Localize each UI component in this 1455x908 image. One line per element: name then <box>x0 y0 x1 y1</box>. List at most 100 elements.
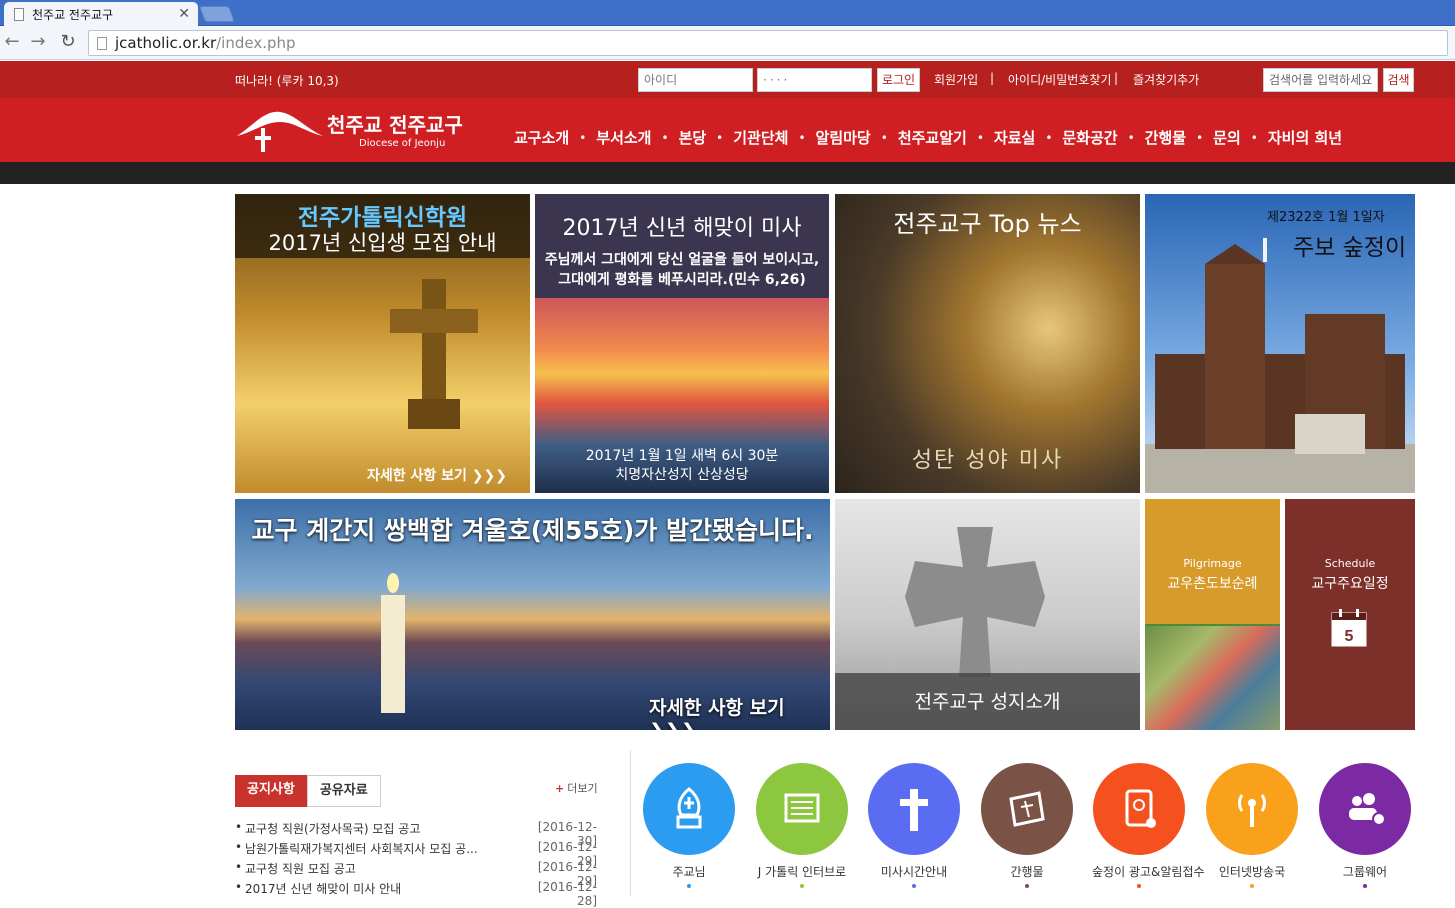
logo-subtitle: Diocese of Jeonju <box>359 138 446 149</box>
logo-emblem-icon <box>237 111 323 152</box>
pilgrims-photo <box>1145 626 1280 730</box>
nav-separator: • <box>1045 130 1053 145</box>
address-bar[interactable]: jcatholic.or.kr/index.php <box>88 30 1448 56</box>
list-item[interactable]: • 교구청 직원(가정사목국) 모집 공고 [2016-12-30] <box>235 820 597 848</box>
nav-separator: • <box>976 130 984 145</box>
list-item[interactable]: • 교구청 직원 모집 공고 [2016-12-29] <box>235 860 597 888</box>
back-icon[interactable]: ← <box>2 32 22 52</box>
browser-toolbar: ← → ↻ jcatholic.or.kr/index.php <box>0 26 1455 60</box>
login-button[interactable]: 로그인 <box>877 68 920 92</box>
quick-link-mass-times[interactable]: 미사시간안내 <box>867 763 961 888</box>
top-news-tile[interactable]: 전주교구 Top 뉴스 성탄 성야 미사 <box>835 194 1140 493</box>
nav-item-organizations[interactable]: 기관단체 <box>733 127 788 148</box>
nav-item-diocese-intro[interactable]: 교구소개 <box>514 127 569 148</box>
reload-icon[interactable]: ↻ <box>58 32 78 52</box>
book-icon <box>981 763 1073 855</box>
quick-link-groupware[interactable]: 그룹웨어 <box>1318 763 1412 888</box>
nav-item-parishes[interactable]: 본당 <box>679 127 707 148</box>
indicator-dot <box>1137 884 1141 888</box>
quick-link-bishop[interactable]: 주교님 <box>642 763 736 888</box>
bullet: • <box>235 860 243 874</box>
banner-title: 2017년 신년 해맞이 미사 <box>562 216 802 241</box>
notice-date: [2016-12-28] <box>537 880 597 908</box>
pilgrimage-tile[interactable]: Pilgrimage 교우촌도보순례 <box>1145 499 1280 730</box>
bullet: • <box>235 840 243 854</box>
url-path: /index.php <box>216 34 296 52</box>
site-header: 천주교 전주교구 Diocese of Jeonju 교구소개 • 부서소개 • 본… <box>0 98 1455 162</box>
nav-item-jubilee[interactable]: 자비의 희년 <box>1268 127 1342 148</box>
quick-link-j-catholic[interactable]: J 가톨릭 인터브로 <box>755 763 849 888</box>
indicator-dot <box>1250 884 1254 888</box>
tab-shared-resources[interactable]: 공유자료 <box>306 775 381 807</box>
section-divider <box>630 750 631 896</box>
notice-title[interactable]: 남원가톨릭재가복지센터 사회복지사 모집 공... <box>245 840 521 860</box>
schedule-tile[interactable]: Schedule 교구주요일정 5 <box>1285 499 1415 730</box>
broadcast-icon <box>1206 763 1298 855</box>
more-details-link[interactable]: 자세한 사항 보기 ❯❯❯ <box>367 465 507 485</box>
magazine-banner[interactable]: 교구 계간지 쌍백합 겨울호(제55호)가 발간됐습니다. 자세한 사항 보기 … <box>235 499 830 730</box>
notice-tabs: 공지사항 공유자료 <box>235 775 381 807</box>
cross-icon <box>390 279 478 429</box>
new-tab-button[interactable] <box>199 6 235 22</box>
banner-subtitle: 2017년 신입생 모집 안내 <box>268 231 497 255</box>
nav-item-catholic-faith[interactable]: 천주교알기 <box>898 127 967 148</box>
notice-title[interactable]: 2017년 신년 해맞이 미사 안내 <box>245 880 521 900</box>
find-account-link[interactable]: 아이디/비밀번호찾기 <box>1008 71 1111 88</box>
ad-edit-icon <box>1093 763 1185 855</box>
browser-tab-strip: 천주교 전주교구 ✕ <box>0 0 1455 26</box>
weekly-bulletin-tile[interactable]: 제2322호 1월 1일자 주보 숲정이 <box>1145 194 1415 493</box>
quick-link-label: 간행물 <box>1010 865 1044 879</box>
notice-title[interactable]: 교구청 직원 모집 공고 <box>245 860 521 880</box>
bookmark-link[interactable]: 즐겨찾기추가 <box>1133 71 1199 88</box>
utility-bar: 떠나라! (루카 10,3) 아이디 ···· 로그인 회원가입 | 아이디/비… <box>0 61 1455 98</box>
nav-item-contact[interactable]: 문의 <box>1213 127 1241 148</box>
search-input[interactable]: 검색어를 입력하세요 <box>1263 68 1378 92</box>
quick-link-label: 인터넷방송국 <box>1218 865 1286 879</box>
divider: | <box>1114 71 1119 85</box>
holy-sites-tile[interactable]: 전주교구 성지소개 <box>835 499 1140 730</box>
nav-separator: • <box>880 130 888 145</box>
tab-title: 천주교 전주교구 <box>32 7 114 22</box>
forward-icon[interactable]: → <box>28 32 48 52</box>
nav-item-culture[interactable]: 문화공간 <box>1062 127 1117 148</box>
browser-tab[interactable]: 천주교 전주교구 ✕ <box>4 2 198 26</box>
more-details-link[interactable]: 자세한 사항 보기 ❯❯❯ <box>649 693 830 730</box>
new-year-mass-banner[interactable]: 2017년 신년 해맞이 미사 주님께서 그대에게 당신 얼굴을 들어 보이시고… <box>535 194 829 493</box>
notice-list: • 교구청 직원(가정사목국) 모집 공고 [2016-12-30] • 남원가톨릭재… <box>235 820 597 908</box>
password-input[interactable]: ···· <box>757 68 872 92</box>
seminary-banner[interactable]: 전주가톨릭신학원 2017년 신입생 모집 안내 자세한 사항 보기 ❯❯❯ <box>235 194 530 493</box>
quick-link-label: 미사시간안내 <box>880 865 948 879</box>
quick-link-publications[interactable]: 간행물 <box>980 763 1074 888</box>
list-item[interactable]: • 남원가톨릭재가복지센터 사회복지사 모집 공... [2016-12-29] <box>235 840 597 868</box>
id-input[interactable]: 아이디 <box>638 68 753 92</box>
more-link[interactable]: + 더보기 <box>555 780 598 796</box>
divider: | <box>990 71 995 85</box>
notice-date: [2016-12-30] <box>537 820 597 848</box>
cross-icon <box>868 763 960 855</box>
more-label: 더보기 <box>567 782 598 795</box>
list-item[interactable]: • 2017년 신년 해맞이 미사 안내 [2016-12-28] <box>235 880 597 908</box>
tile-ko-label: 교우촌도보순례 <box>1167 576 1258 592</box>
nav-item-publications[interactable]: 간행물 <box>1145 127 1186 148</box>
tile-en-label: Schedule <box>1324 557 1376 570</box>
candle-image <box>381 573 405 713</box>
bullet: • <box>235 820 243 834</box>
search-button[interactable]: 검색 <box>1383 68 1414 92</box>
tab-notices[interactable]: 공지사항 <box>235 775 307 807</box>
nav-separator: • <box>716 130 724 145</box>
nav-separator: • <box>579 130 587 145</box>
site-logo[interactable]: 천주교 전주교구 Diocese of Jeonju <box>235 106 475 156</box>
quick-link-broadcast[interactable]: 인터넷방송국 <box>1205 763 1299 888</box>
close-tab-icon[interactable]: ✕ <box>178 6 190 22</box>
banner-title: 교구 계간지 쌍백합 겨울호(제55호)가 발간됐습니다. <box>251 516 814 545</box>
event-place: 치명자산성지 산상성당 <box>615 467 749 483</box>
nav-item-resources[interactable]: 자료실 <box>994 127 1035 148</box>
quick-link-bulletin-ads[interactable]: 숲정이 광고&알림접수 <box>1092 763 1205 888</box>
notice-date: [2016-12-29] <box>537 840 597 868</box>
nav-item-departments[interactable]: 부서소개 <box>596 127 651 148</box>
quick-link-label: 주교님 <box>672 865 706 879</box>
logo-name: 천주교 전주교구 <box>327 113 463 137</box>
signup-link[interactable]: 회원가입 <box>934 71 978 88</box>
nav-item-notices[interactable]: 알림마당 <box>816 127 871 148</box>
notice-title[interactable]: 교구청 직원(가정사목국) 모집 공고 <box>245 820 521 840</box>
